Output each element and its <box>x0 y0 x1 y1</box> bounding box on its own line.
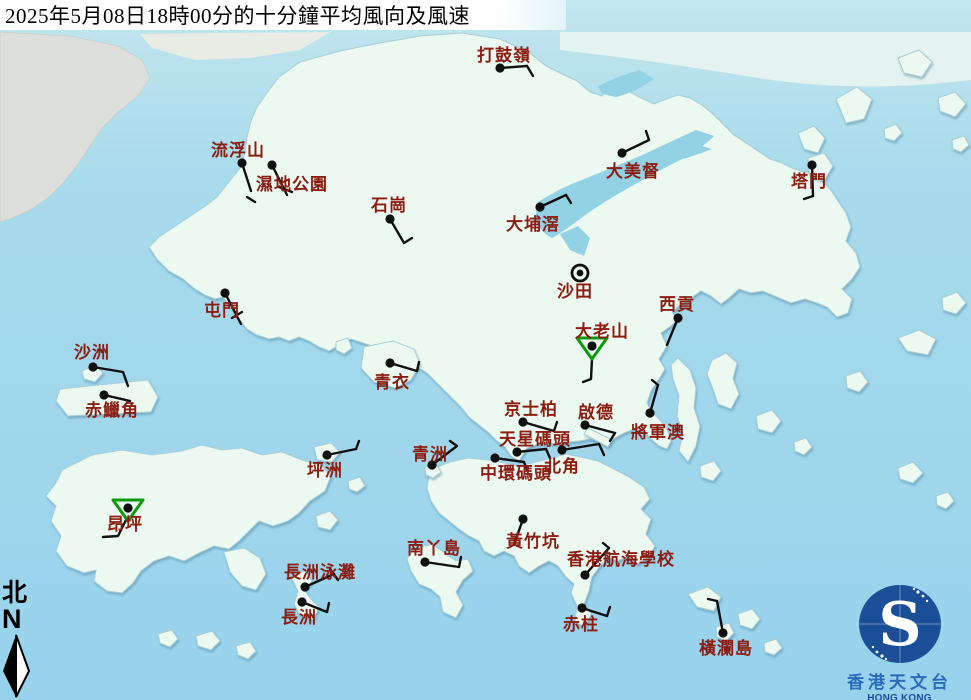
station-label: 屯門 <box>204 300 240 320</box>
station-label: 長洲泳灘 <box>284 562 356 582</box>
station-dot <box>220 288 229 297</box>
title-bar: 2025年5月08日18時00分的十分鐘平均風向及風速 <box>0 0 566 30</box>
station-dot <box>587 341 596 350</box>
station-dot <box>535 202 544 211</box>
station-dot <box>518 514 527 523</box>
station-dot <box>420 557 429 566</box>
station-label: 沙洲 <box>74 343 110 362</box>
map-title: 2025年5月08日18時00分的十分鐘平均風向及風速 <box>0 0 470 30</box>
compass-label-cn: 北 <box>2 581 36 606</box>
station-label: 濕地公園 <box>256 174 328 194</box>
station-label: 將軍澳 <box>631 422 685 442</box>
station-dot <box>490 453 499 462</box>
station-label: 中環碼頭 <box>480 463 552 483</box>
station-label: 黃竹坑 <box>505 531 560 551</box>
station-label: 南丫島 <box>407 538 461 558</box>
station-label: 打鼓嶺 <box>477 45 531 65</box>
station-label: 塔門 <box>791 171 827 191</box>
station-label: 昂坪 <box>107 515 143 534</box>
station-dot <box>645 408 654 417</box>
station-label: 長洲 <box>281 608 317 627</box>
station-label: 青衣 <box>374 372 410 392</box>
station-dot <box>123 503 132 512</box>
station-label: 西貢 <box>659 295 695 314</box>
hko-logo[interactable]: S 香港天文台 HONG KONG OBSERVATORY <box>828 582 971 700</box>
station-dot <box>617 148 626 157</box>
station-label: 坪洲 <box>307 461 343 480</box>
station-dot <box>88 362 97 371</box>
station-label: 青洲 <box>412 444 448 464</box>
hko-logo-en: HONG KONG OBSERVATORY <box>828 693 971 700</box>
compass-label-en: N <box>2 607 36 633</box>
station-dot <box>557 445 566 454</box>
station-dot <box>807 160 816 169</box>
station-label: 石崗 <box>370 196 407 215</box>
station-label: 京士柏 <box>504 399 558 419</box>
compass-north: 北 N <box>2 581 36 700</box>
station-label: 香港航海學校 <box>567 549 675 569</box>
station-label: 沙田 <box>557 282 593 301</box>
station-dot <box>718 628 727 637</box>
station-label: 橫瀾島 <box>699 638 753 658</box>
station-dot <box>580 570 589 579</box>
station-dot <box>267 160 276 169</box>
station-label: 大老山 <box>575 321 629 341</box>
hko-logo-icon: S <box>855 582 945 666</box>
station-label: 大美督 <box>606 161 660 181</box>
compass-arrow-icon <box>2 633 30 699</box>
hko-logo-cn: 香港天文台 <box>828 668 971 693</box>
station-label: 赤柱 <box>563 614 599 634</box>
station-dot <box>297 597 306 606</box>
hk-wind-map: 打鼓嶺流浮山濕地公園石崗 大美督大埔滘 塔門沙田屯門 西貢沙洲赤鱲角 青衣 大老山京士柏啟… <box>0 0 971 700</box>
station-dot <box>673 313 682 322</box>
svg-text:S: S <box>878 590 921 660</box>
station-dot <box>99 390 108 399</box>
station-dot <box>385 358 394 367</box>
station-dot <box>322 450 331 459</box>
station-dot <box>577 270 584 277</box>
station-label: 赤鱲角 <box>85 400 139 420</box>
station-dot <box>300 582 309 591</box>
station-dot <box>577 603 586 612</box>
wind-map-page: 打鼓嶺流浮山濕地公園石崗 大美督大埔滘 塔門沙田屯門 西貢沙洲赤鱲角 青衣 大老山京士柏啟… <box>0 0 971 700</box>
station-label: 大埔滘 <box>506 214 560 234</box>
station-label: 流浮山 <box>211 140 265 160</box>
station-label: 啟德 <box>578 402 614 422</box>
station-dot <box>385 214 394 223</box>
